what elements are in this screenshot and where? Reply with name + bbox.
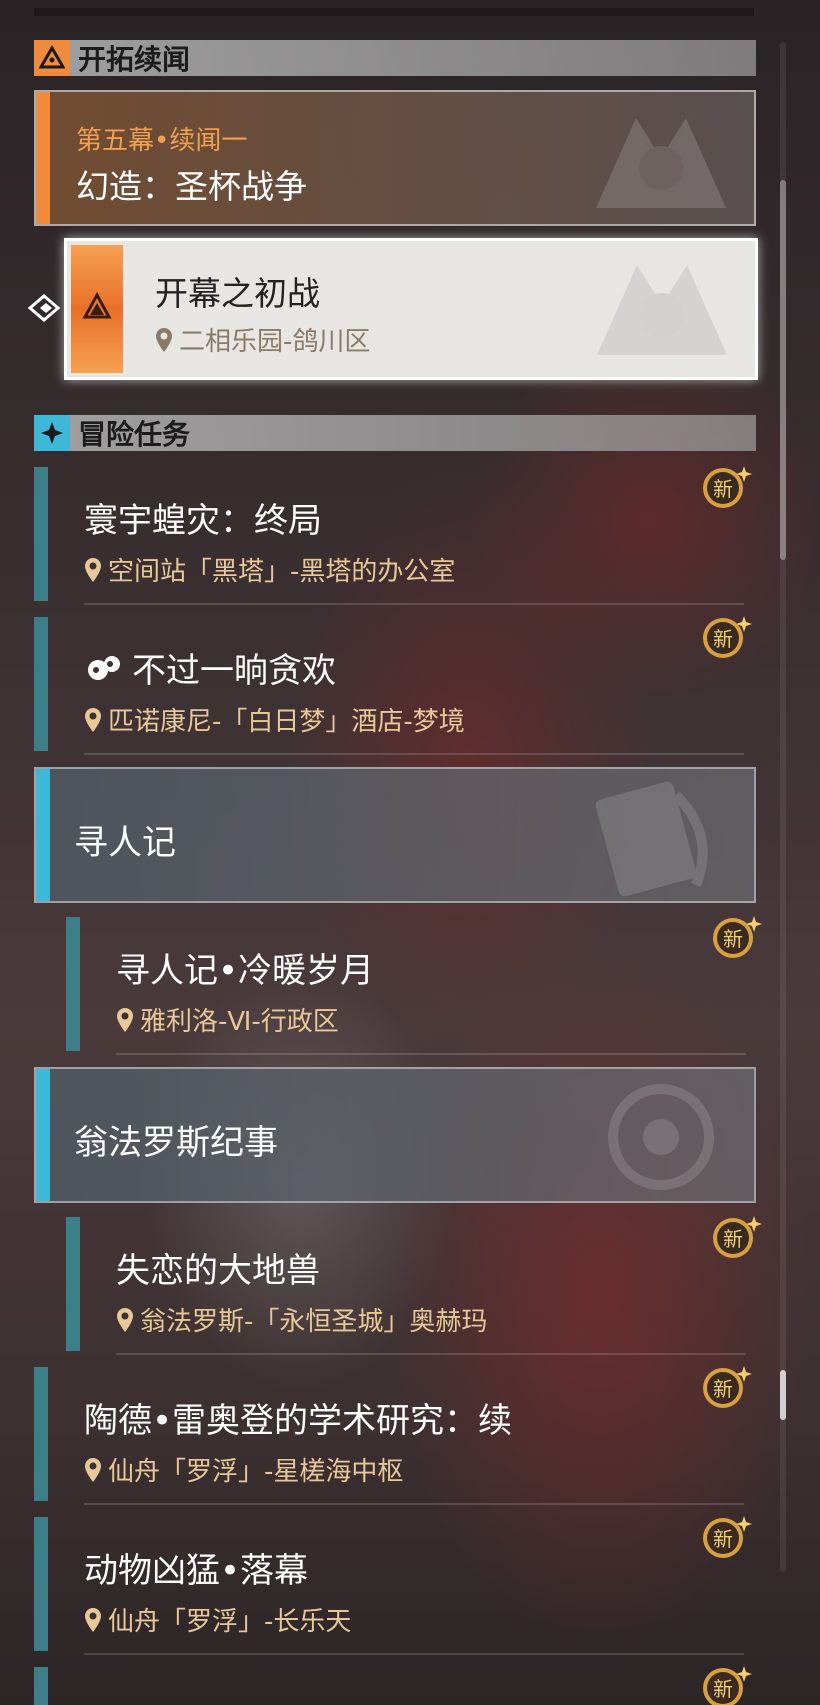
quest-item[interactable]: 不过一晌贪欢 匹诺康尼-「白日梦」酒店-梦境 — [34, 617, 754, 755]
quest-accent-bar — [34, 1367, 48, 1501]
location-text: 二相乐园-鸽川区 — [179, 327, 371, 357]
section-header-trailblaze: 开拓续闻 — [34, 40, 756, 76]
divider — [84, 1653, 744, 1655]
trailblaze-emblem-icon — [596, 118, 726, 208]
new-badge-text: 新 — [723, 927, 743, 951]
location-text: 雅利洛-Ⅵ-行政区 — [140, 1007, 339, 1037]
scrollbar-thumb-highlight[interactable] — [780, 1370, 786, 1420]
quest-title: 不过一晌贪欢 — [132, 651, 336, 691]
new-badge-icon: 新 — [703, 1516, 752, 1558]
new-badge-icon: 新 — [703, 616, 752, 658]
quest-accent-bar — [66, 1217, 80, 1351]
divider — [116, 1053, 746, 1055]
quest-location: 翁法罗斯-「永恒圣城」奥赫玛 — [116, 1301, 487, 1338]
location-text: 仙舟「罗浮」-长乐天 — [108, 1607, 352, 1637]
selected-quest-location: 二相乐园-鸽川区 — [155, 321, 370, 358]
new-badge-icon: 新 — [713, 916, 762, 958]
location-pin-icon — [117, 1007, 133, 1032]
quest-item[interactable]: 失恋的大地兽 翁法罗斯-「永恒圣城」奥赫玛 — [66, 1217, 756, 1355]
top-edge-bar — [34, 8, 754, 16]
new-badge-icon: 新 — [713, 1216, 762, 1258]
divider — [116, 1353, 746, 1355]
new-badge-icon: 新 — [703, 466, 752, 508]
new-badge-icon: 新 — [703, 1366, 752, 1408]
location-text: 仙舟「罗浮」-星槎海中枢 — [108, 1457, 404, 1487]
location-text: 空间站「黑塔」-黑塔的办公室 — [108, 557, 456, 587]
quest-location: 仙舟「罗浮」-星槎海中枢 — [84, 1451, 403, 1488]
quest-title: 失恋的大地兽 — [116, 1251, 320, 1291]
divider — [84, 603, 744, 605]
group-title: 翁法罗斯纪事 — [74, 1123, 278, 1163]
main-quest-accent — [36, 92, 50, 224]
location-text: 翁法罗斯-「永恒圣城」奥赫玛 — [140, 1307, 488, 1337]
new-badge-text: 新 — [713, 477, 733, 501]
trailblaze-section-icon — [34, 40, 70, 76]
selection-cursor-icon — [26, 290, 62, 330]
group-accent — [36, 769, 50, 901]
quest-title: 动物凶猛•落幕 — [84, 1551, 309, 1591]
quest-location: 雅利洛-Ⅵ-行政区 — [116, 1001, 339, 1038]
group-title: 寻人记 — [74, 823, 176, 863]
location-pin-icon — [85, 557, 101, 582]
divider — [84, 753, 744, 755]
quest-accent-bar — [34, 1517, 48, 1651]
section-title: 开拓续闻 — [78, 43, 191, 76]
selected-emblem-icon — [597, 265, 727, 355]
quest-type-banner — [71, 245, 123, 373]
quest-accent-bar — [66, 917, 80, 1051]
location-pin-icon — [117, 1307, 133, 1332]
dream-quest-icon — [88, 655, 120, 680]
quest-accent-bar — [34, 617, 48, 751]
group-emblem-icon — [595, 781, 708, 897]
scrollbar-thumb[interactable] — [780, 180, 786, 560]
selected-quest-card[interactable]: 开幕之初战 二相乐园-鸽川区 — [64, 238, 758, 380]
group-emblem-icon — [608, 1084, 714, 1190]
new-badge-text: 新 — [713, 1377, 733, 1401]
quest-accent-bar-partial — [34, 1667, 48, 1705]
new-badge-text: 新 — [713, 1677, 733, 1701]
selected-quest-title: 开幕之初战 — [155, 274, 320, 313]
section-title: 冒险任务 — [78, 418, 191, 451]
section-header-adventure: 冒险任务 — [34, 415, 756, 451]
quest-item[interactable]: 寰宇蝗灾：终局 空间站「黑塔」-黑塔的办公室 — [34, 467, 754, 605]
quest-item[interactable]: 动物凶猛•落幕 仙舟「罗浮」-长乐天 — [34, 1517, 754, 1655]
new-badge-text: 新 — [723, 1227, 743, 1251]
location-pin-icon — [85, 707, 101, 732]
divider — [84, 1503, 744, 1505]
location-pin-icon — [85, 1607, 101, 1632]
main-quest-title: 幻造：圣杯战争 — [76, 167, 307, 206]
quest-location: 仙舟「罗浮」-长乐天 — [84, 1601, 351, 1638]
quest-item[interactable]: 陶德•雷奥登的学术研究：续 仙舟「罗浮」-星槎海中枢 — [34, 1367, 754, 1505]
quest-item[interactable]: 寻人记•冷暖岁月 雅利洛-Ⅵ-行政区 — [66, 917, 756, 1055]
location-pin-icon — [85, 1457, 101, 1482]
adventure-section-icon — [34, 415, 70, 451]
quest-title: 陶德•雷奥登的学术研究：续 — [84, 1401, 513, 1441]
group-accent — [36, 1069, 50, 1201]
location-pin-icon — [156, 327, 172, 352]
new-badge-text: 新 — [713, 627, 733, 651]
quest-location: 匹诺康尼-「白日梦」酒店-梦境 — [84, 701, 465, 738]
new-badge-text: 新 — [713, 1527, 733, 1551]
quest-title: 寻人记•冷暖岁月 — [116, 951, 375, 991]
new-badge-icon: 新 — [703, 1666, 752, 1705]
quest-group-card[interactable]: 翁法罗斯纪事 — [34, 1067, 756, 1203]
quest-group-card[interactable]: 寻人记 — [34, 767, 756, 903]
main-quest-chapter: 第五幕•续闻一 — [76, 126, 248, 156]
location-text: 匹诺康尼-「白日梦」酒店-梦境 — [108, 707, 465, 737]
quest-accent-bar — [34, 467, 48, 601]
quest-location: 空间站「黑塔」-黑塔的办公室 — [84, 551, 455, 588]
quest-title-row: 不过一晌贪欢 — [84, 643, 336, 692]
quest-title: 寰宇蝗灾：终局 — [84, 501, 322, 541]
main-quest-card[interactable]: 第五幕•续闻一 幻造：圣杯战争 — [34, 90, 756, 226]
